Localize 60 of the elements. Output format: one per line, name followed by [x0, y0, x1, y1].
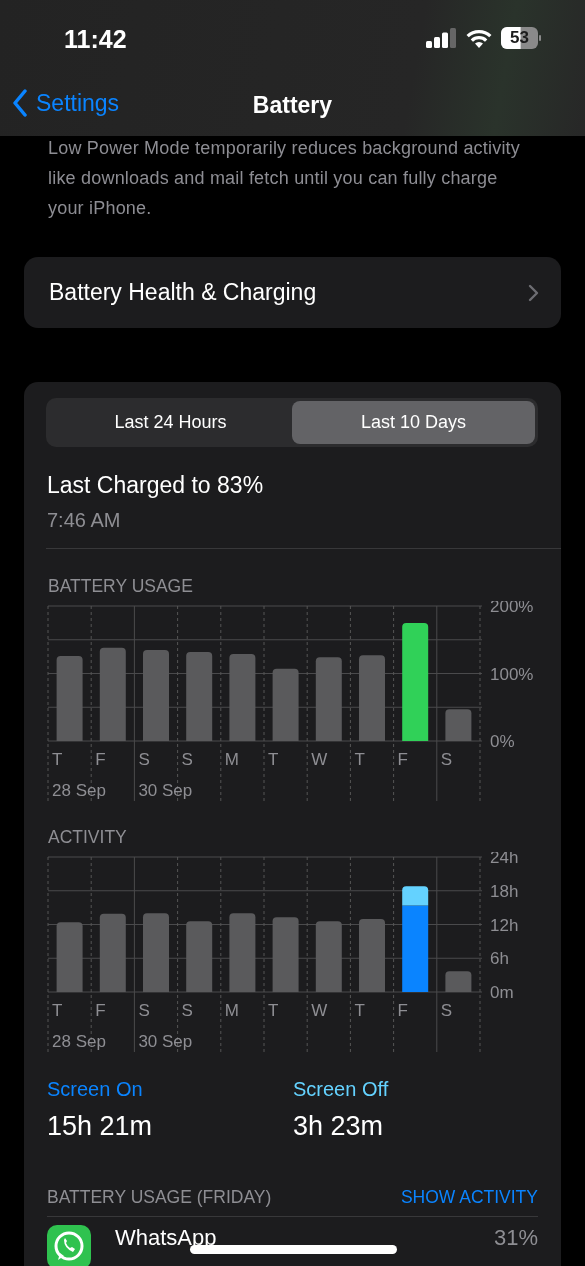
chart-bar	[186, 921, 213, 992]
day-label: W	[311, 1001, 328, 1020]
day-label: S	[138, 750, 150, 769]
day-label: M	[224, 1001, 239, 1020]
chart-bar	[445, 709, 472, 741]
chevron-icon	[528, 283, 539, 302]
axis-label: 0%	[490, 732, 515, 751]
last-charged-time: 7:46 AM	[47, 508, 122, 533]
chart-bar	[445, 971, 472, 992]
day-label: S	[440, 1001, 453, 1020]
metric-value: 15h 21m	[47, 1110, 154, 1143]
range-tab[interactable]: Last 10 Days	[292, 401, 535, 444]
date-label: 28 Sep	[52, 781, 106, 800]
status-time: 11:42	[64, 24, 127, 55]
section-heading: ACTIVITY	[48, 826, 128, 848]
day-label: S	[440, 750, 453, 769]
day-label: T	[354, 750, 365, 769]
day-label: T	[52, 750, 63, 769]
axis-label: 100%	[490, 664, 534, 684]
axis-label: 200%	[490, 601, 534, 616]
section-heading: BATTERY USAGE	[48, 575, 194, 597]
day-label: W	[311, 750, 328, 769]
day-label: T	[268, 750, 279, 769]
axis-label: 12h	[490, 915, 519, 935]
metric-label: Screen On	[47, 1077, 144, 1101]
back-button[interactable]: Settings	[12, 87, 120, 119]
chart-bar	[315, 921, 342, 992]
chart-bar	[56, 922, 83, 992]
day-label: F	[95, 1001, 106, 1020]
show-activity-link[interactable]: SHOW ACTIVITY	[400, 1186, 538, 1208]
range-tab[interactable]: Last 24 Hours	[49, 401, 292, 444]
date-label: 28 Sep	[52, 1032, 106, 1051]
axis-label: 18h	[490, 881, 519, 901]
axis-label: 6h	[490, 949, 509, 969]
day-label: T	[52, 1001, 63, 1020]
day-label: S	[181, 1001, 193, 1020]
battery-health-row[interactable]: Battery Health & Charging	[24, 257, 561, 328]
day-label: S	[138, 1001, 150, 1020]
app-usage-row[interactable]: WhatsApp 31%	[47, 1225, 538, 1266]
day-label: F	[95, 750, 106, 769]
description-text: Low Power Mode temporarily reduces background activity like downloads and mail fetch until you can fully charge your iPhone.	[48, 137, 521, 220]
last-charged-title: Last Charged to 83%	[47, 471, 265, 499]
axis-label: 0m	[490, 983, 514, 1002]
day-label: T	[354, 1001, 365, 1020]
signal-icon	[426, 28, 457, 48]
day-label: F	[397, 750, 408, 769]
day-label: M	[224, 750, 239, 769]
metric-label: Screen Off	[293, 1077, 390, 1101]
day-label: F	[397, 1001, 408, 1020]
date-label: 30 Sep	[138, 1032, 193, 1051]
day-label: T	[268, 1001, 279, 1020]
wifi-icon	[466, 28, 492, 48]
page-title: Battery	[251, 91, 334, 120]
metric-value: 3h 23m	[293, 1110, 385, 1143]
section-heading: BATTERY USAGE (FRIDAY)	[47, 1186, 272, 1208]
battery-icon: 53	[501, 27, 541, 49]
day-label: S	[181, 750, 193, 769]
app-icon	[47, 1225, 91, 1266]
date-label: 30 Sep	[138, 781, 193, 800]
chevron-icon	[12, 89, 28, 117]
